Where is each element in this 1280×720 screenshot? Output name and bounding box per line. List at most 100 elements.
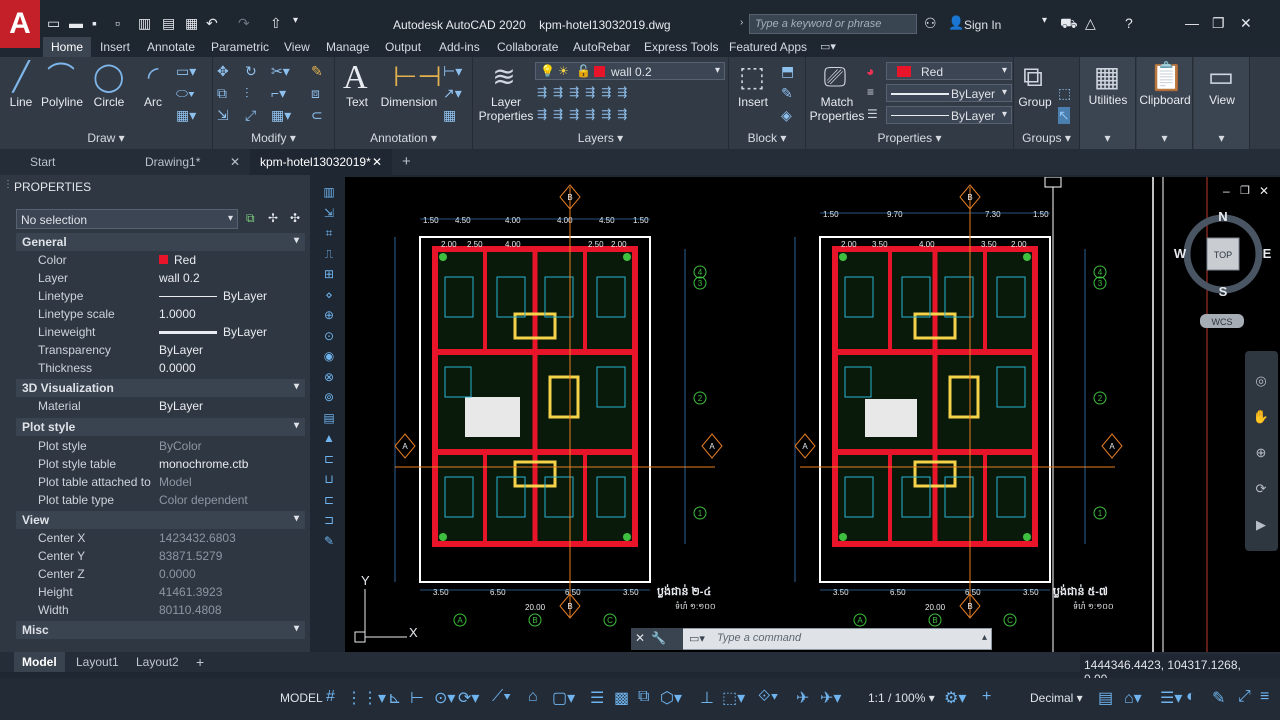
hardware-accel-icon[interactable]: ☰▾ [1160, 688, 1182, 708]
selection-dropdown[interactable]: No selection ▾ [16, 209, 238, 229]
new-tab-button[interactable]: + [392, 149, 422, 175]
dimension-icon[interactable]: ⊢⊣ [393, 61, 442, 93]
model-space-button[interactable]: MODEL [280, 691, 323, 705]
customization-menu-icon[interactable]: ≡ [1260, 688, 1269, 706]
tab-addins[interactable]: Add-ins [439, 40, 480, 54]
view-dropdown-icon[interactable]: ▾ [1194, 131, 1249, 145]
annotation-scale-dropdown[interactable]: 1:1 / 100% ▾ [868, 691, 935, 705]
quick-select-icon[interactable]: ⧉ [246, 211, 255, 226]
block-group-label[interactable]: Block ▾ [729, 131, 805, 145]
section-3d-visualization[interactable]: 3D Visualization ▾ [16, 379, 305, 397]
lock-ui-icon[interactable]: ⌂▾ [1124, 688, 1142, 708]
polar-icon[interactable]: ⊙▾ [434, 688, 455, 708]
tab-parametric[interactable]: Parametric [211, 40, 269, 54]
attribute-icon[interactable]: ◈ [781, 107, 792, 124]
group-select-icon[interactable]: ↖ [1058, 107, 1070, 124]
close-icon[interactable]: ✕ [1240, 15, 1252, 32]
new-layout-button[interactable]: + [188, 652, 212, 672]
chevron-right-icon[interactable]: › [740, 17, 743, 28]
match-properties-button[interactable]: Match Properties [808, 95, 866, 123]
prop-row-center-z[interactable]: Center Z 0.0000 [16, 565, 305, 583]
gizmo-icon[interactable]: ⬚▾ [722, 688, 745, 708]
prop-row-plot-style-table[interactable]: Plot style table monochrome.ctb [16, 455, 305, 473]
utilities-dropdown-icon[interactable]: ▾ [1080, 131, 1135, 145]
prop-row-transparency[interactable]: Transparency ByLayer [16, 341, 305, 359]
prop-row-center-x[interactable]: Center X 1423432.6803 [16, 529, 305, 547]
prop-row-linetype-scale[interactable]: Linetype scale 1.0000 [16, 305, 305, 323]
minimize-icon[interactable]: — [1185, 15, 1199, 31]
erase-icon[interactable]: ✎ [311, 63, 323, 80]
fillet-icon[interactable]: ⌐▾ [271, 85, 286, 102]
section-plot-style[interactable]: Plot style ▾ [16, 418, 305, 436]
toolbar-icons[interactable]: ▥ ⇲ ⌗ ⎍ ⊞ ⋄ ⊕ ⊙ ◉ ⊗ ⊚ ▤ ▲ ⊏ ⊔ ⊏ ⊐ ✎ [318, 182, 340, 551]
groups-group-label[interactable]: Groups ▾ [1014, 131, 1079, 145]
prop-row-width[interactable]: Width 80110.4808 [16, 601, 305, 619]
infer-icon[interactable]: ⊾ [388, 688, 401, 708]
fullscreen-icon[interactable]: ⤢ [1238, 688, 1251, 706]
saveas-icon[interactable]: ▫ [115, 15, 120, 31]
command-expand-icon[interactable]: ▴ [982, 632, 987, 643]
group-button[interactable]: Group [1016, 95, 1054, 109]
annotation-monitor-icon[interactable]: ⊥ [700, 688, 714, 708]
undo-icon[interactable]: ↶ [206, 15, 218, 32]
tab-autorebar[interactable]: AutoRebar [573, 40, 630, 54]
draw-group-label[interactable]: Draw ▾ [0, 131, 212, 145]
mirror-icon[interactable]: ⫶ [245, 85, 249, 102]
prop-row-color[interactable]: Color Red [16, 251, 305, 269]
color-dropdown[interactable]: Red ▾ [886, 62, 1012, 80]
circle-icon[interactable]: ◯ [93, 61, 124, 93]
binoculars-icon[interactable]: ⚇ [924, 15, 937, 32]
cart-icon[interactable]: ⛟ [1060, 15, 1078, 34]
3dosnap-icon[interactable]: ▢▾ [552, 688, 575, 708]
prop-row-lineweight[interactable]: Lineweight ByLayer [16, 323, 305, 341]
tab-annotate[interactable]: Annotate [147, 40, 195, 54]
quick-properties-icon[interactable]: ▤ [1098, 688, 1113, 708]
share-icon[interactable]: ⇧ [270, 15, 282, 32]
tab-kpm-hotel[interactable]: kpm-hotel13032019* ✕ [250, 149, 392, 175]
zoom-icon[interactable]: ⊕ [1256, 445, 1267, 460]
tab-express-tools[interactable]: Express Tools [644, 40, 718, 54]
help-icon[interactable]: ? [1125, 15, 1133, 31]
layer-dropdown[interactable]: 💡 ☀ 🔓 wall 0.2 ▾ [535, 62, 725, 80]
section-view[interactable]: View ▾ [16, 511, 305, 529]
tab-home[interactable]: Home [43, 37, 92, 57]
array-icon[interactable]: ▦▾ [271, 107, 291, 124]
line-button[interactable]: Line [2, 95, 40, 109]
viewport-minimize-icon[interactable]: – [1223, 184, 1230, 198]
ortho-icon[interactable]: ⊢ [410, 688, 424, 708]
layer-tools-row2-icon[interactable]: ⇶⇶⇶⇶⇶⇶ [537, 107, 633, 121]
tab-collaborate[interactable]: Collaborate [497, 40, 558, 54]
insert-block-icon[interactable]: ⬚ [737, 61, 767, 93]
isolate-icon[interactable]: ⟐▾ [758, 688, 778, 706]
command-input[interactable]: Type a command [717, 632, 801, 644]
view-button[interactable]: View [1194, 93, 1250, 107]
coordinates-display[interactable]: 1444346.4423, 104317.1268, 0.00... [1080, 654, 1280, 686]
selection-cycling-icon[interactable]: ⧉ [638, 688, 649, 706]
prop-row-center-y[interactable]: Center Y 83871.5279 [16, 547, 305, 565]
print-icon[interactable]: ▦ [185, 15, 198, 32]
grid-icon[interactable]: # [326, 688, 335, 706]
tab-drawing1[interactable]: Drawing1* ✕ [135, 149, 250, 175]
lineweight-dropdown[interactable]: ByLayer ▾ [886, 84, 1012, 102]
stretch-icon[interactable]: ⇲ [217, 107, 229, 124]
isolate-objects-icon[interactable]: ◐ [1186, 688, 1196, 706]
ellipse-icon[interactable]: ⬭▾ [176, 85, 195, 102]
layer-properties-button[interactable]: Layer Properties [477, 95, 535, 123]
layer-tools-row1-icon[interactable]: ⇶⇶⇶⇶⇶⇶ [537, 85, 633, 99]
workspace-gear-icon[interactable]: ⚙▾ [944, 688, 966, 708]
table-icon[interactable]: ▦ [443, 107, 456, 124]
pan-icon[interactable]: ✋ [1253, 409, 1269, 424]
ungroup-icon[interactable]: ⬚ [1058, 85, 1071, 102]
clean-screen-icon[interactable]: ✎ [1212, 688, 1225, 708]
prop-row-plot-table-type[interactable]: Plot table type Color dependent [16, 491, 305, 509]
clipboard-button[interactable]: Clipboard [1137, 93, 1193, 107]
close-command-icon[interactable]: ✕ [635, 631, 645, 645]
tab-start[interactable]: Start [20, 149, 135, 175]
tab-featured-apps[interactable]: Featured Apps [729, 40, 807, 54]
command-history-icon[interactable]: ▭▾ [689, 632, 705, 645]
trim-icon[interactable]: ✂▾ [271, 63, 290, 80]
prop-row-thickness[interactable]: Thickness 0.0000 [16, 359, 305, 377]
line-icon[interactable]: ╱ [6, 61, 36, 93]
restore-icon[interactable]: ❐ [1212, 15, 1225, 32]
web-icon[interactable]: ▥ [138, 15, 151, 32]
